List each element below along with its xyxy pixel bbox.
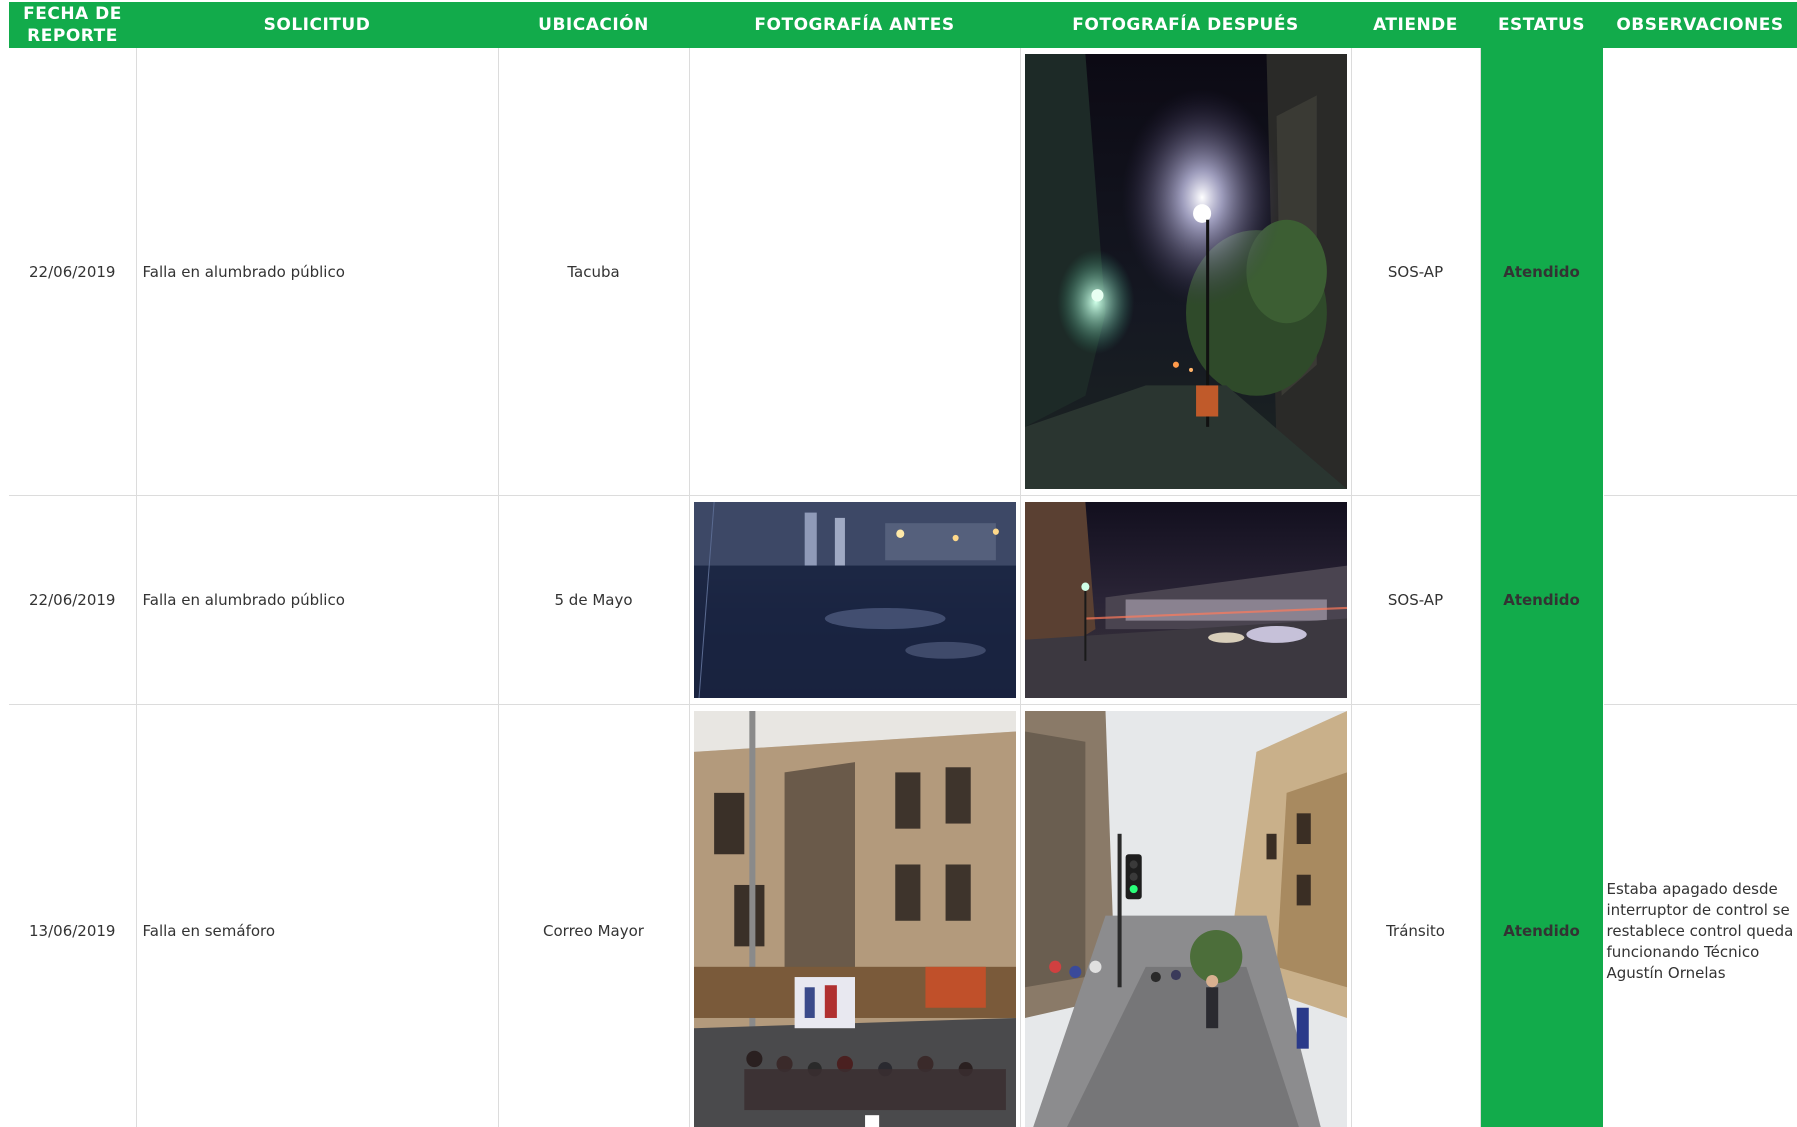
night-wet-plaza-photo xyxy=(693,502,1016,698)
cell-observations xyxy=(1603,495,1797,705)
observation-line: interruptor de control se xyxy=(1606,900,1790,919)
header-photo-after: FOTOGRAFÍA DESPUÉS xyxy=(1020,2,1351,48)
cell-photo-after xyxy=(1020,48,1352,496)
cell-request: Falla en semáforo xyxy=(136,704,499,1127)
observation-line: Agustín Ornelas xyxy=(1606,963,1726,982)
cell-photo-after xyxy=(1020,704,1352,1127)
colonial-building-corner-photo xyxy=(693,711,1016,1127)
cell-attends: SOS-AP xyxy=(1351,495,1481,705)
header-observations: OBSERVACIONES xyxy=(1603,2,1797,48)
cell-photo-before-empty xyxy=(689,48,1021,496)
pedestrian-street-traffic-light-photo xyxy=(1024,711,1347,1127)
status-badge: Atendido xyxy=(1480,495,1604,705)
cell-observations xyxy=(1603,48,1797,496)
cell-location: Correo Mayor xyxy=(498,704,690,1127)
cell-request: Falla en alumbrado público xyxy=(136,495,499,705)
observation-line: funcionando Técnico xyxy=(1606,942,1760,961)
header-date: FECHA DE REPORTE xyxy=(9,2,136,48)
cell-attends: SOS-AP xyxy=(1351,48,1481,496)
cell-photo-before xyxy=(689,704,1021,1127)
header-request: SOLICITUD xyxy=(136,2,498,48)
header-attends: ATIENDE xyxy=(1351,2,1480,48)
cell-request: Falla en alumbrado público xyxy=(136,48,499,496)
observation-line: restablece control queda xyxy=(1606,921,1794,940)
header-location: UBICACIÓN xyxy=(498,2,689,48)
night-street-lamp-photo xyxy=(1024,54,1347,489)
header-row: FECHA DE REPORTE SOLICITUD UBICACIÓN FOT… xyxy=(9,2,1797,48)
cell-photo-after xyxy=(1020,495,1352,705)
cell-attends: Tránsito xyxy=(1351,704,1481,1127)
cell-location: 5 de Mayo xyxy=(498,495,690,705)
cell-location: Tacuba xyxy=(498,48,690,496)
status-badge: Atendido xyxy=(1480,704,1604,1127)
table-row: 13/06/2019 Falla en semáforo Correo Mayo… xyxy=(9,704,1797,1127)
cell-date: 13/06/2019 xyxy=(9,704,137,1127)
table-row: 22/06/2019 Falla en alumbrado público 5 … xyxy=(9,495,1797,705)
observation-line: Estaba apagado desde xyxy=(1606,879,1778,898)
header-status: ESTATUS xyxy=(1480,2,1603,48)
status-badge: Atendido xyxy=(1480,48,1604,496)
cell-observations: Estaba apagado desde interruptor de contr… xyxy=(1603,704,1797,1127)
cell-date: 22/06/2019 xyxy=(9,48,137,496)
report-sheet: FECHA DE REPORTE SOLICITUD UBICACIÓN FOT… xyxy=(0,0,1797,1127)
night-avenue-traffic-photo xyxy=(1024,502,1347,698)
report-table: FECHA DE REPORTE SOLICITUD UBICACIÓN FOT… xyxy=(9,2,1797,1127)
cell-photo-before xyxy=(689,495,1021,705)
cell-date: 22/06/2019 xyxy=(9,495,137,705)
table-row: 22/06/2019 Falla en alumbrado público Ta… xyxy=(9,48,1797,496)
header-photo-before: FOTOGRAFÍA ANTES xyxy=(689,2,1020,48)
